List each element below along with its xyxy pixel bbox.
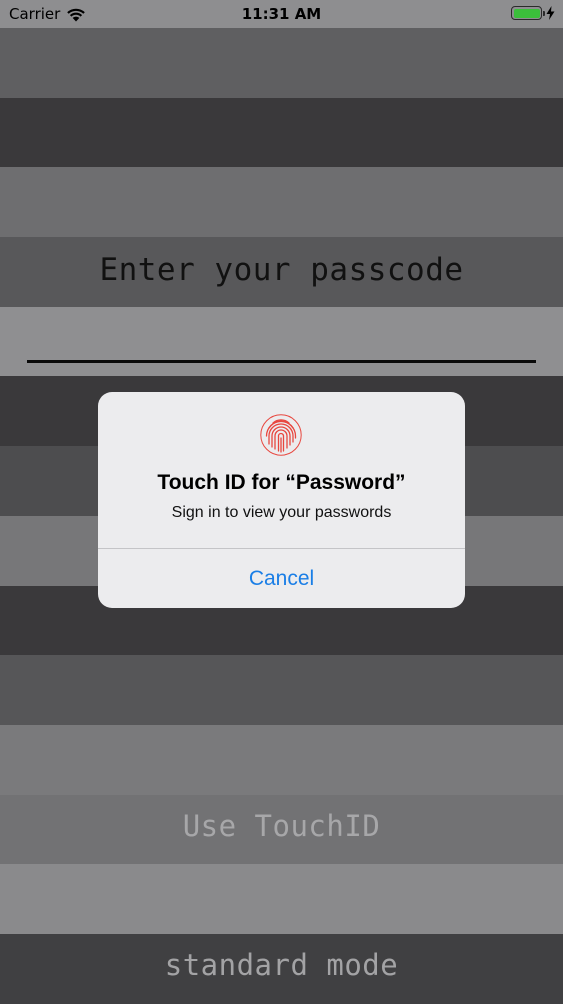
passcode-input-underline[interactable]: [27, 360, 536, 363]
background-stripe: [0, 306, 563, 377]
background-stripe: [0, 167, 563, 238]
background-stripe: [0, 28, 563, 98]
background-stripe: [0, 724, 563, 795]
fingerprint-icon: [260, 414, 302, 456]
status-bar: Carrier 11:31 AM: [0, 0, 563, 28]
background-stripe: [0, 97, 563, 168]
touchid-alert: Touch ID for “Password” Sign in to view …: [98, 392, 465, 608]
battery-icon: [511, 6, 545, 20]
battery-fill: [513, 8, 540, 18]
status-time: 11:31 AM: [241, 5, 322, 23]
alert-message: Sign in to view your passwords: [171, 504, 392, 521]
background-stripe: [0, 864, 563, 934]
charging-bolt-icon: [546, 6, 555, 20]
cancel-button[interactable]: Cancel: [98, 549, 465, 608]
passcode-prompt: Enter your passcode: [99, 252, 464, 288]
standard-mode-button[interactable]: standard mode: [0, 948, 563, 982]
alert-title: Touch ID for “Password”: [157, 471, 406, 494]
use-touchid-button[interactable]: Use TouchID: [0, 809, 563, 843]
battery-group: [511, 6, 555, 20]
background-stripe: [0, 655, 563, 725]
